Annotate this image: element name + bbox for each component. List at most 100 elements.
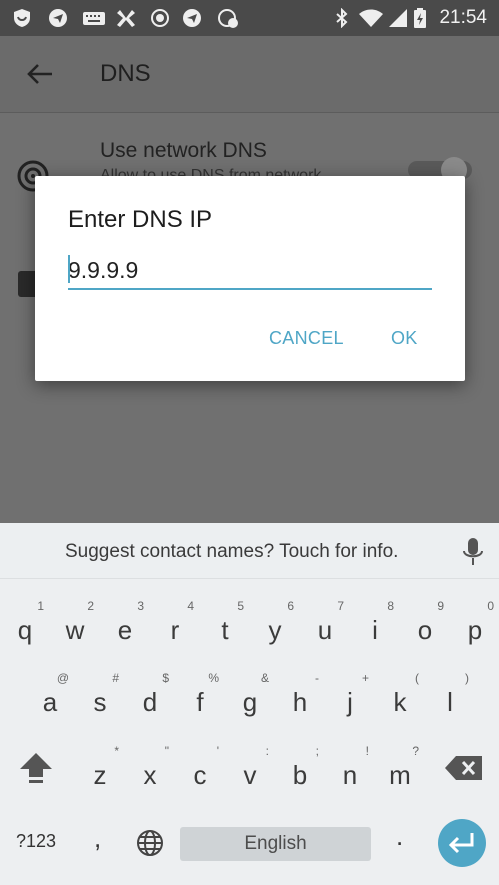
app-bar: DNS bbox=[0, 36, 499, 113]
suggestion-text[interactable]: Suggest contact names? Touch for info. bbox=[65, 541, 398, 563]
key-hint: # bbox=[112, 671, 119, 685]
key-a[interactable]: @ a bbox=[25, 665, 75, 735]
key-hint: : bbox=[265, 744, 269, 758]
key-i[interactable]: 8i bbox=[350, 593, 400, 663]
use-network-dns-title: Use network DNS bbox=[100, 139, 267, 162]
key-n[interactable]: ! n bbox=[325, 738, 375, 808]
comma-key[interactable]: , bbox=[94, 823, 101, 854]
key-j[interactable]: + j bbox=[325, 665, 375, 735]
key-label: v bbox=[243, 760, 257, 790]
telegram-icon bbox=[49, 9, 67, 27]
key-w[interactable]: 2w bbox=[50, 593, 100, 663]
keyboard-icon bbox=[83, 12, 105, 25]
enter-key[interactable] bbox=[438, 819, 486, 867]
key-label: w bbox=[65, 615, 85, 645]
dialog-title: Enter DNS IP bbox=[68, 206, 213, 233]
key-label: e bbox=[117, 615, 133, 645]
symbols-key[interactable]: ?123 bbox=[16, 831, 56, 852]
key-z[interactable]: * z bbox=[75, 738, 125, 808]
key-k[interactable]: (k bbox=[375, 665, 425, 735]
key-s[interactable]: # s bbox=[75, 665, 125, 735]
page-title: DNS bbox=[100, 60, 151, 87]
key-label: k bbox=[393, 687, 407, 717]
key-h[interactable]: -h bbox=[275, 665, 325, 735]
microphone-icon[interactable] bbox=[462, 537, 484, 567]
signal-icon bbox=[389, 9, 407, 27]
key-label: b bbox=[292, 760, 308, 790]
key-l[interactable]: ) l bbox=[425, 665, 475, 735]
key-hint: 0 bbox=[487, 599, 494, 613]
text-cursor bbox=[68, 255, 70, 283]
space-bar[interactable]: English bbox=[180, 827, 371, 861]
ok-button[interactable]: OK bbox=[391, 328, 418, 349]
key-g[interactable]: & g bbox=[225, 665, 275, 735]
key-hint: ? bbox=[412, 744, 419, 758]
key-label: z bbox=[93, 760, 107, 790]
key-label: j bbox=[347, 687, 353, 717]
key-label: r bbox=[170, 615, 180, 645]
key-v[interactable]: :v bbox=[225, 738, 275, 808]
key-hint: 2 bbox=[87, 599, 94, 613]
key-p[interactable]: 0p bbox=[450, 593, 499, 663]
key-label: f bbox=[196, 687, 204, 717]
key-r[interactable]: 4r bbox=[150, 593, 200, 663]
key-label: g bbox=[242, 687, 258, 717]
key-label: h bbox=[292, 687, 308, 717]
key-hint: " bbox=[164, 744, 169, 758]
shift-icon[interactable] bbox=[18, 751, 54, 785]
key-hint: ( bbox=[415, 671, 419, 685]
key-hint: 5 bbox=[237, 599, 244, 613]
key-hint: ! bbox=[365, 744, 369, 758]
dns-ip-dialog: Enter DNS IP CANCEL OK bbox=[35, 176, 465, 381]
key-hint: % bbox=[208, 671, 219, 685]
key-label: l bbox=[447, 687, 453, 717]
key-b[interactable]: ; b bbox=[275, 738, 325, 808]
key-label: s bbox=[93, 687, 107, 717]
key-t[interactable]: 5t bbox=[200, 593, 250, 663]
dns-ip-input[interactable] bbox=[68, 252, 432, 290]
key-e[interactable]: 3e bbox=[100, 593, 150, 663]
period-key[interactable]: . bbox=[396, 821, 403, 852]
bluetooth-icon bbox=[336, 8, 348, 28]
key-label: u bbox=[317, 615, 333, 645]
key-hint: 6 bbox=[287, 599, 294, 613]
key-f[interactable]: % f bbox=[175, 665, 225, 735]
suggestion-bar[interactable]: Suggest contact names? Touch for info. bbox=[0, 523, 499, 579]
key-label: i bbox=[372, 615, 378, 645]
battery-icon bbox=[414, 8, 426, 28]
backspace-icon[interactable] bbox=[444, 754, 484, 782]
key-d[interactable]: $ d bbox=[125, 665, 175, 735]
status-time: 21:54 bbox=[439, 7, 487, 28]
cancel-button[interactable]: CANCEL bbox=[269, 328, 344, 349]
record-icon bbox=[151, 9, 169, 27]
key-u[interactable]: 7u bbox=[300, 593, 350, 663]
key-label: o bbox=[417, 615, 433, 645]
key-q[interactable]: 1q bbox=[0, 593, 50, 663]
soft-keyboard: Suggest contact names? Touch for info. 1… bbox=[0, 523, 499, 885]
key-c[interactable]: ' c bbox=[175, 738, 225, 808]
key-x[interactable]: " x bbox=[125, 738, 175, 808]
key-label: c bbox=[193, 760, 207, 790]
key-label: a bbox=[42, 687, 58, 717]
key-label: m bbox=[389, 760, 411, 790]
key-hint: - bbox=[315, 671, 319, 685]
globe-icon[interactable] bbox=[136, 829, 164, 857]
pinwheel-icon bbox=[218, 9, 238, 28]
key-hint: @ bbox=[56, 671, 69, 685]
enter-arrow-icon bbox=[448, 833, 474, 854]
key-hint: ' bbox=[216, 744, 219, 758]
key-hint: 8 bbox=[387, 599, 394, 613]
key-label: n bbox=[342, 760, 358, 790]
key-hint: & bbox=[260, 671, 269, 685]
key-hint: 3 bbox=[137, 599, 144, 613]
key-label: y bbox=[268, 615, 282, 645]
key-label: x bbox=[143, 760, 157, 790]
key-y[interactable]: 6y bbox=[250, 593, 300, 663]
key-label: d bbox=[142, 687, 158, 717]
key-m[interactable]: ? m bbox=[375, 738, 425, 808]
key-label: q bbox=[17, 615, 33, 645]
back-arrow-icon[interactable] bbox=[24, 58, 56, 90]
key-hint: $ bbox=[162, 671, 169, 685]
key-hint: 9 bbox=[437, 599, 444, 613]
key-o[interactable]: 9o bbox=[400, 593, 450, 663]
